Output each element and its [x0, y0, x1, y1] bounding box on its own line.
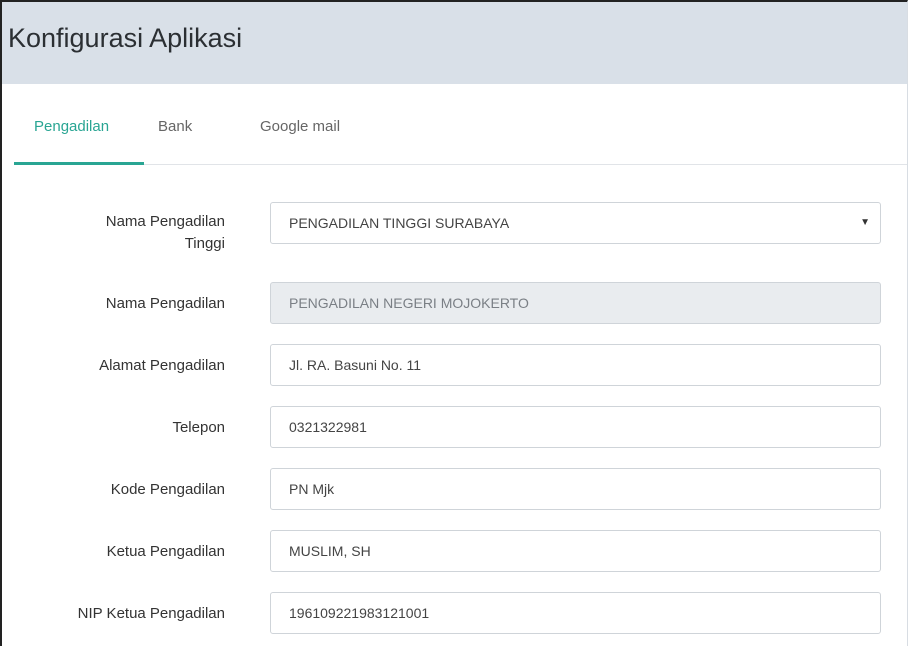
- pengadilan-tinggi-select[interactable]: PENGADILAN TINGGI SURABAYA ▼: [270, 202, 881, 244]
- form-row-nip-ketua: NIP Ketua Pengadilan: [2, 592, 907, 636]
- tab-bar: Pengadilan Bank Google mail: [14, 84, 907, 165]
- page-title: Konfigurasi Aplikasi: [8, 23, 243, 53]
- nip-ketua-label: NIP Ketua Pengadilan: [77, 605, 225, 622]
- pengadilan-tinggi-label-line2: Tinggi: [184, 235, 225, 252]
- alamat-field[interactable]: [270, 344, 881, 386]
- tab-bank[interactable]: Bank: [158, 118, 192, 135]
- tab-google-mail[interactable]: Google mail: [260, 118, 340, 135]
- ketua-field[interactable]: [270, 530, 881, 572]
- nip-ketua-field[interactable]: [270, 592, 881, 634]
- page-header: Konfigurasi Aplikasi: [2, 2, 907, 84]
- active-tab-indicator: [14, 162, 144, 165]
- kode-label: Kode Pengadilan: [110, 481, 225, 498]
- form-row-nama-pengadilan: Nama Pengadilan: [2, 282, 907, 326]
- nama-pengadilan-label: Nama Pengadilan: [105, 295, 225, 312]
- form-row-telepon: Telepon: [2, 406, 907, 450]
- ketua-label: Ketua Pengadilan: [106, 543, 225, 560]
- form-row-alamat: Alamat Pengadilan: [2, 344, 907, 388]
- form-row-ketua: Ketua Pengadilan: [2, 530, 907, 574]
- pengadilan-tinggi-selected-value: PENGADILAN TINGGI SURABAYA: [289, 215, 510, 231]
- kode-field[interactable]: [270, 468, 881, 510]
- alamat-label: Alamat Pengadilan: [99, 357, 225, 374]
- form-row-pengadilan-tinggi: Nama Pengadilan Tinggi PENGADILAN TINGGI…: [2, 202, 907, 262]
- pengadilan-tinggi-label-line1: Nama Pengadilan: [105, 213, 225, 230]
- telepon-field[interactable]: [270, 406, 881, 448]
- telepon-label: Telepon: [172, 419, 225, 436]
- tab-pengadilan[interactable]: Pengadilan: [34, 118, 109, 135]
- caret-down-icon: ▼: [860, 217, 870, 228]
- app-window: Konfigurasi Aplikasi Pengadilan Bank Goo…: [0, 0, 908, 646]
- form-row-kode: Kode Pengadilan: [2, 468, 907, 512]
- pengadilan-tinggi-label: Nama Pengadilan Tinggi: [25, 211, 225, 255]
- nama-pengadilan-field: [270, 282, 881, 324]
